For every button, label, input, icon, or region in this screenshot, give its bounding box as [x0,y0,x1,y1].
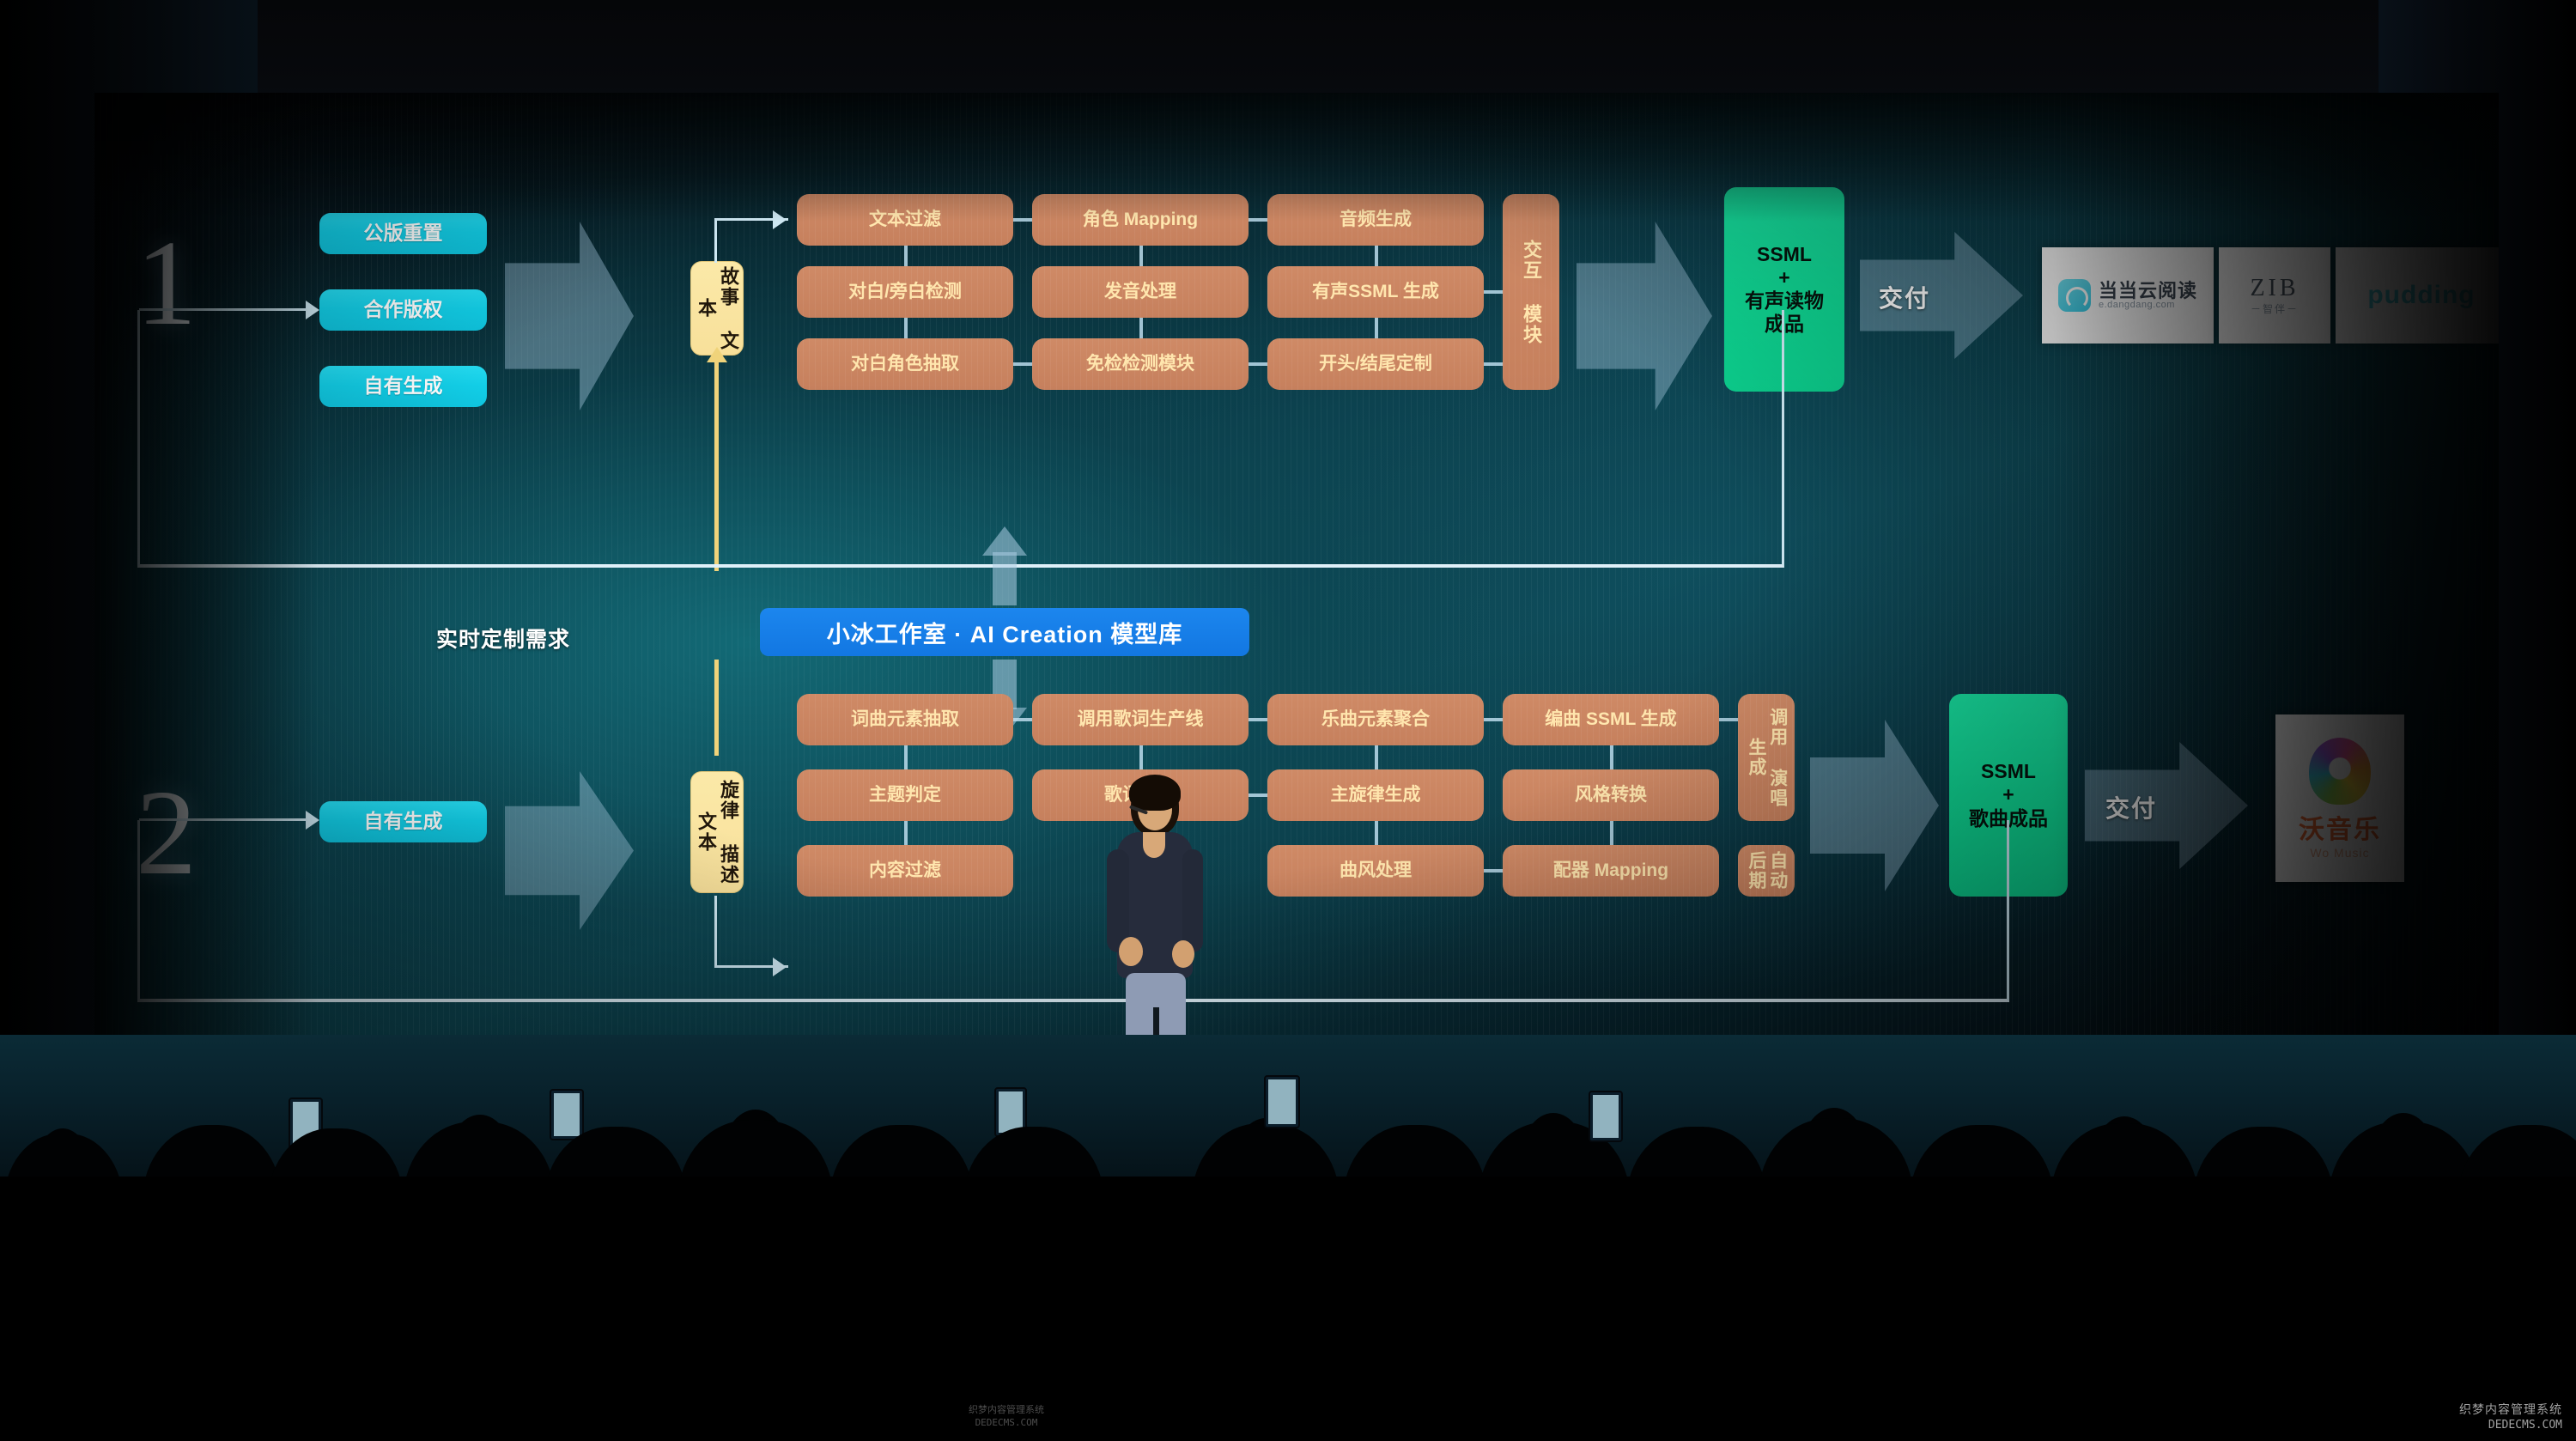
audience-silhouettes [0,1022,2576,1441]
watermark-center-cn: 织梦内容管理系统 [969,1404,1044,1416]
presenter-left-hand [1119,937,1143,966]
presenter-hair [1129,775,1181,811]
watermark-cn: 织梦内容管理系统 [2459,1403,2562,1418]
watermark-center-en: DEDECMS.COM [975,1416,1038,1428]
led-screen: 1 公版重置 合作版权 自有生成 故事 文本 文本过滤 角色 Mapping 音… [94,93,2499,1046]
presenter-right-hand [1172,940,1194,968]
presentation-photo: 1 公版重置 合作版权 自有生成 故事 文本 文本过滤 角色 Mapping 音… [0,0,2576,1441]
presenter-right-arm [1182,849,1203,952]
presenter-collar [1143,832,1165,858]
watermark-en: DEDECMS.COM [2488,1418,2562,1432]
watermark-dedecms: 织梦内容管理系统 DEDECMS.COM [2459,1403,2562,1432]
presenter-left-arm [1107,849,1129,952]
watermark-center: 织梦内容管理系统 DEDECMS.COM [969,1404,1044,1429]
screen-vignette [94,93,2499,1046]
